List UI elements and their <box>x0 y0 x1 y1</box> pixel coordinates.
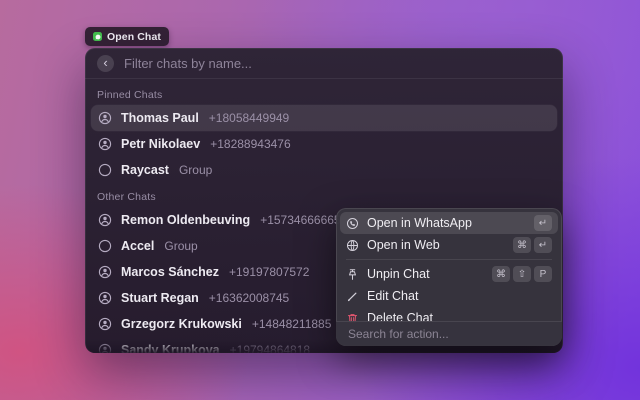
command-key: ⌘ <box>513 237 531 253</box>
globe-icon <box>346 239 359 252</box>
chat-detail: +16362008745 <box>209 291 289 305</box>
command-key: ⌘ <box>492 266 510 282</box>
back-button[interactable]: ‹ <box>97 55 114 72</box>
return-key: ↵ <box>534 237 552 253</box>
menu-item-label: Unpin Chat <box>367 267 484 281</box>
section-header-other: Other Chats <box>91 183 557 207</box>
section-header-pinned: Pinned Chats <box>91 81 557 105</box>
chat-detail: Group <box>164 239 197 253</box>
chat-row-petr-nikolaev[interactable]: Petr Nikolaev +18288943476 <box>91 131 557 157</box>
shortcut-keys: ⌘ ↵ <box>513 237 552 253</box>
person-circle-icon <box>98 213 112 227</box>
action-search-bar <box>336 321 562 346</box>
action-menu-list: Open in WhatsApp ↵ Open in Web ⌘ ↵ Unpin… <box>336 208 562 333</box>
shortcut-keys: ⌘ ⇧ P <box>492 266 552 282</box>
chat-detail: +15734666665 <box>260 213 340 227</box>
chat-detail: +18288943476 <box>210 137 290 151</box>
p-key: P <box>534 266 552 282</box>
chevron-left-icon: ‹ <box>103 56 107 69</box>
person-circle-icon <box>98 343 112 353</box>
action-search-input[interactable] <box>348 327 550 341</box>
action-menu: Open in WhatsApp ↵ Open in Web ⌘ ↵ Unpin… <box>336 208 562 346</box>
search-input[interactable] <box>124 56 551 71</box>
chat-name: Raycast <box>121 163 169 177</box>
whatsapp-icon <box>346 217 359 230</box>
chat-name: Remon Oldenbeuving <box>121 213 250 227</box>
shortcut-keys: ↵ <box>534 215 552 231</box>
person-circle-icon <box>98 317 112 331</box>
chat-detail: +18058449949 <box>209 111 289 125</box>
chat-name: Stuart Regan <box>121 291 199 305</box>
menu-item-unpin-chat[interactable]: Unpin Chat ⌘ ⇧ P <box>340 263 558 285</box>
chat-name: Thomas Paul <box>121 111 199 125</box>
person-circle-icon <box>98 111 112 125</box>
chat-detail: Group <box>179 163 212 177</box>
menu-divider <box>346 259 552 260</box>
whatsapp-app-icon <box>93 32 102 41</box>
menu-item-label: Open in Web <box>367 238 505 252</box>
chat-detail: +19197807572 <box>229 265 309 279</box>
chat-name: Marcos Sánchez <box>121 265 219 279</box>
menu-item-label: Edit Chat <box>367 289 544 303</box>
chat-row-raycast[interactable]: Raycast Group <box>91 157 557 183</box>
return-key: ↵ <box>534 215 552 231</box>
shift-key: ⇧ <box>513 266 531 282</box>
pencil-icon <box>346 290 359 303</box>
menu-item-edit-chat[interactable]: Edit Chat <box>340 285 558 307</box>
menu-item-label: Open in WhatsApp <box>367 216 526 230</box>
chat-name: Grzegorz Krukowski <box>121 317 242 331</box>
group-circle-icon <box>98 239 112 253</box>
menu-item-open-in-whatsapp[interactable]: Open in WhatsApp ↵ <box>340 212 558 234</box>
group-circle-icon <box>98 163 112 177</box>
open-chat-tag: Open Chat <box>85 27 169 46</box>
chat-name: Sandy Krupkova <box>121 343 220 353</box>
person-circle-icon <box>98 137 112 151</box>
chat-name: Accel <box>121 239 154 253</box>
chat-detail: +14848211885 <box>252 317 332 331</box>
pin-icon <box>346 268 359 281</box>
person-circle-icon <box>98 265 112 279</box>
chat-row-thomas-paul[interactable]: Thomas Paul +18058449949 <box>91 105 557 131</box>
chat-detail: +19794864818 <box>230 343 310 353</box>
chat-name: Petr Nikolaev <box>121 137 200 151</box>
search-header: ‹ <box>85 48 563 79</box>
person-circle-icon <box>98 291 112 305</box>
command-tag-label: Open Chat <box>107 31 161 43</box>
menu-item-open-in-web[interactable]: Open in Web ⌘ ↵ <box>340 234 558 256</box>
